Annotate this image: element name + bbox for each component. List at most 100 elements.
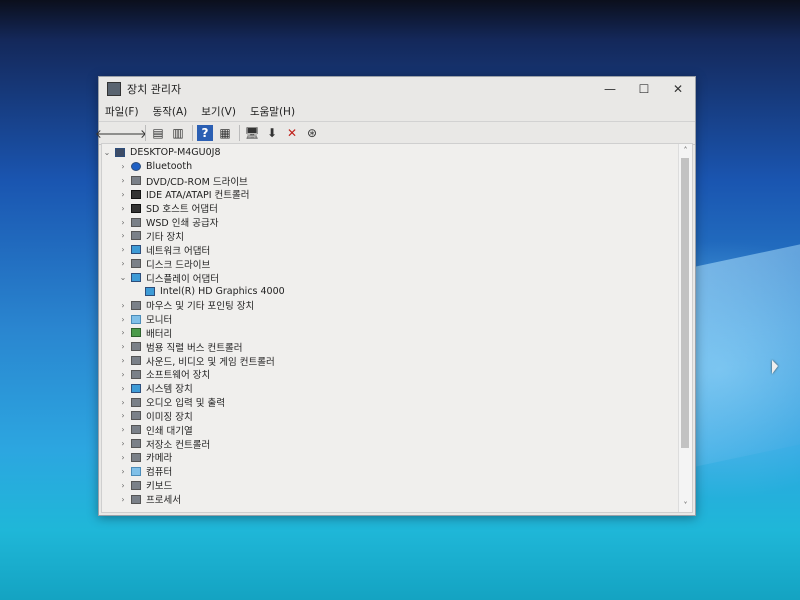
tree-item-label: 모니터 <box>146 315 173 327</box>
tree-item[interactable]: › 키보드 <box>102 478 678 492</box>
tree-item[interactable]: › 시스템 장치 <box>102 381 678 395</box>
scroll-up-arrow-icon[interactable]: ˄ <box>679 144 692 157</box>
menu-action[interactable]: 동작(A) <box>153 104 188 119</box>
tree-item[interactable]: › Bluetooth <box>102 160 678 174</box>
expand-chevron-icon[interactable]: › <box>118 495 128 504</box>
help-icon[interactable]: ? <box>197 125 213 141</box>
device-category-icon <box>131 466 141 476</box>
tree-item[interactable]: ⌄ 디스플레이 어댑터 <box>102 271 678 285</box>
tree-item[interactable]: › 카메라 <box>102 451 678 465</box>
toolbar-separator <box>192 125 193 141</box>
tree-item[interactable]: › 사운드, 비디오 및 게임 컨트롤러 <box>102 354 678 368</box>
expand-chevron-icon[interactable]: › <box>118 467 128 476</box>
menu-help[interactable]: 도움말(H) <box>250 104 295 119</box>
tree-item[interactable]: › 소프트웨어 장치 <box>102 368 678 382</box>
scrollbar-thumb[interactable] <box>681 158 689 448</box>
vertical-scrollbar[interactable]: ˄ ˅ <box>678 144 692 512</box>
expand-chevron-icon[interactable]: › <box>118 411 128 420</box>
tree-item[interactable]: Intel(R) HD Graphics 4000 <box>102 284 678 298</box>
tree-item-label: 프로세서 <box>146 495 181 507</box>
expand-chevron-icon[interactable]: › <box>118 162 128 171</box>
tree-item[interactable]: › WSD 인쇄 공급자 <box>102 215 678 229</box>
tree-item-label: 디스플레이 어댑터 <box>146 273 219 285</box>
minimize-button[interactable]: — <box>593 77 627 101</box>
device-category-icon <box>131 273 141 283</box>
tree-item[interactable]: › 기타 장치 <box>102 229 678 243</box>
expand-chevron-icon[interactable]: › <box>118 370 128 379</box>
tree-item[interactable]: › 오디오 입력 및 출력 <box>102 395 678 409</box>
disable-icon[interactable]: ⊛ <box>304 125 320 141</box>
device-category-icon <box>131 452 141 462</box>
menu-file[interactable]: 파일(F) <box>105 104 139 119</box>
forward-arrow-icon[interactable]: 🡒 <box>115 125 147 141</box>
tree-item[interactable]: › SD 호스트 어댑터 <box>102 201 678 215</box>
tree-item[interactable]: › 프로세서 <box>102 492 678 506</box>
scroll-down-arrow-icon[interactable]: ˅ <box>679 499 692 512</box>
tree-item[interactable]: › 컴퓨터 <box>102 464 678 478</box>
expand-chevron-icon[interactable]: › <box>118 204 128 213</box>
device-category-icon <box>131 328 141 338</box>
tree-root[interactable]: ⌄ DESKTOP-M4GU0J8 <box>102 146 678 160</box>
device-category-icon <box>131 356 141 366</box>
tree-item-label: 오디오 입력 및 출력 <box>146 398 225 410</box>
expand-chevron-icon[interactable]: › <box>118 481 128 490</box>
uninstall-icon[interactable]: ✕ <box>284 125 300 141</box>
collapse-chevron-icon[interactable]: ⌄ <box>118 273 128 282</box>
expand-chevron-icon[interactable]: › <box>118 342 128 351</box>
tree-item[interactable]: › 디스크 드라이브 <box>102 257 678 271</box>
tree-item[interactable]: › IDE ATA/ATAPI 컨트롤러 <box>102 188 678 201</box>
tree-item[interactable]: › 저장소 컨트롤러 <box>102 437 678 451</box>
show-hide-icon[interactable]: ▥ <box>170 125 186 141</box>
device-category-icon <box>131 217 141 227</box>
tree-item-label: 컴퓨터 <box>146 467 173 479</box>
tree-root-label: DESKTOP-M4GU0J8 <box>130 147 221 159</box>
tree-item-label: 배터리 <box>146 328 173 340</box>
expand-chevron-icon[interactable]: › <box>118 453 128 462</box>
view-icon[interactable]: ▦ <box>217 125 233 141</box>
tree-item[interactable]: › 네트워크 어댑터 <box>102 243 678 257</box>
expand-chevron-icon[interactable]: › <box>118 176 128 185</box>
expand-chevron-icon[interactable]: › <box>118 190 128 199</box>
expand-chevron-icon[interactable]: › <box>118 328 128 337</box>
device-category-icon <box>131 259 141 269</box>
tree-item[interactable]: › DVD/CD-ROM 드라이브 <box>102 174 678 188</box>
scan-hardware-icon[interactable]: 🖥 <box>244 125 260 141</box>
expand-chevron-icon[interactable]: › <box>118 231 128 240</box>
expand-chevron-icon[interactable]: › <box>118 259 128 268</box>
tree-item[interactable]: › 범용 직렬 버스 컨트롤러 <box>102 340 678 354</box>
properties-icon[interactable]: ▤ <box>150 125 166 141</box>
expand-chevron-icon[interactable]: › <box>118 398 128 407</box>
collapse-chevron-icon[interactable]: ⌄ <box>102 148 112 157</box>
maximize-button[interactable]: ☐ <box>627 77 661 101</box>
device-category-icon <box>131 245 141 255</box>
tree-item-label: 소프트웨어 장치 <box>146 370 211 382</box>
update-driver-icon[interactable]: ⬇ <box>264 125 280 141</box>
expand-chevron-icon[interactable]: › <box>118 301 128 310</box>
expand-chevron-icon[interactable]: › <box>118 218 128 227</box>
tree-item-label: 인쇄 대기열 <box>146 425 193 437</box>
expand-chevron-icon[interactable]: › <box>118 425 128 434</box>
tree-item-label: 카메라 <box>146 453 173 465</box>
expand-chevron-icon[interactable]: › <box>118 356 128 365</box>
tree-item-label: 마우스 및 기타 포인팅 장치 <box>146 301 255 313</box>
tree-item[interactable]: › 인쇄 대기열 <box>102 423 678 437</box>
tree-item[interactable]: › 이미징 장치 <box>102 409 678 423</box>
menu-view[interactable]: 보기(V) <box>201 104 236 119</box>
expand-chevron-icon[interactable]: › <box>118 439 128 448</box>
tree-item-label: Intel(R) HD Graphics 4000 <box>160 285 285 297</box>
tree-item[interactable]: › 배터리 <box>102 326 678 340</box>
device-category-icon <box>131 203 141 213</box>
device-category-icon <box>145 286 155 296</box>
title-bar[interactable]: 장치 관리자 — ☐ ✕ <box>99 77 695 101</box>
tree-item[interactable]: › 모니터 <box>102 312 678 326</box>
expand-chevron-icon[interactable]: › <box>118 315 128 324</box>
tree-item[interactable]: › 마우스 및 기타 포인팅 장치 <box>102 298 678 312</box>
computer-icon <box>115 148 125 158</box>
mouse-pointer-icon <box>772 360 778 374</box>
expand-chevron-icon[interactable]: › <box>118 384 128 393</box>
expand-chevron-icon[interactable]: › <box>118 245 128 254</box>
device-category-icon <box>131 176 141 186</box>
close-button[interactable]: ✕ <box>661 77 695 101</box>
device-category-icon <box>131 425 141 435</box>
tree-item-label: 기타 장치 <box>146 231 184 243</box>
